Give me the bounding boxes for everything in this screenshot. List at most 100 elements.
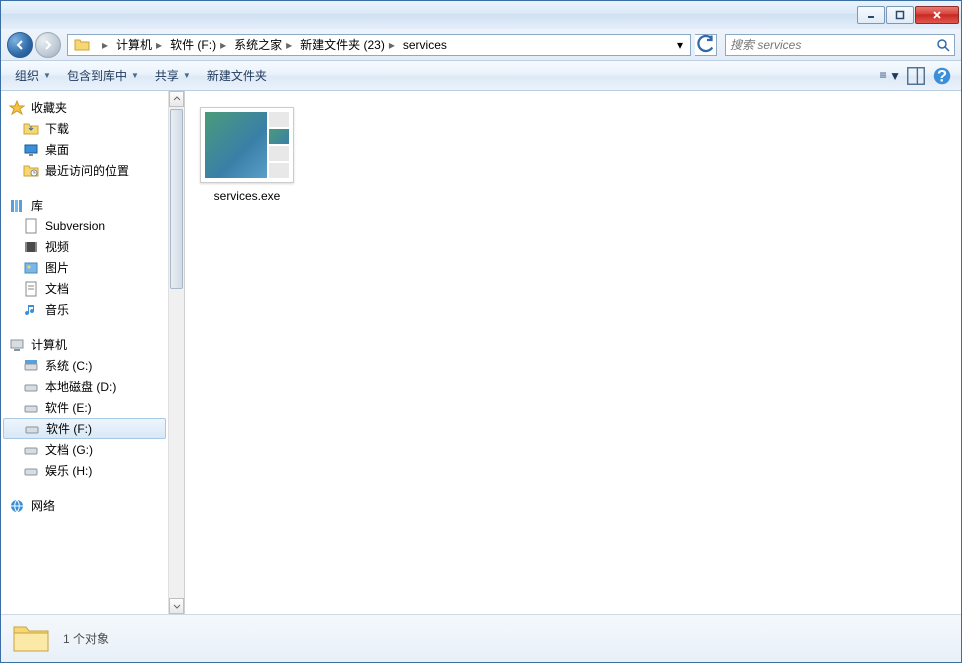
computer-header[interactable]: 计算机 [1,334,168,355]
address-dropdown[interactable]: ▾ [672,38,688,52]
address-bar[interactable]: ▸ 计算机▸ 软件 (F:)▸ 系统之家▸ 新建文件夹 (23)▸ servic… [67,34,691,56]
nav-label: 下载 [45,120,69,137]
sidebar-item-documents[interactable]: 文档 [1,278,168,299]
folder-icon [74,37,90,53]
organize-button[interactable]: 组织▼ [7,63,59,88]
folder-icon [11,621,51,657]
nav-label: 库 [31,197,43,214]
download-icon [23,121,39,137]
favorites-group: 收藏夹 下载 桌面 最近访问的位置 [1,97,168,181]
nav-label: 文档 [45,280,69,297]
sidebar: 收藏夹 下载 桌面 最近访问的位置 库 Subversion 视频 图片 文档 … [1,91,169,614]
nav-label: 本地磁盘 (D:) [45,378,116,395]
sidebar-item-music[interactable]: 音乐 [1,299,168,320]
star-icon [9,100,25,116]
status-bar: 1 个对象 [1,614,961,662]
nav-label: Subversion [45,219,105,233]
sidebar-item-drive-c[interactable]: 系统 (C:) [1,355,168,376]
breadcrumb-label: 系统之家 [234,36,282,53]
nav-label: 桌面 [45,141,69,158]
search-icon [936,38,950,52]
computer-icon [9,337,25,353]
drive-icon [23,463,39,479]
close-button[interactable] [915,6,959,24]
computer-group: 计算机 系统 (C:) 本地磁盘 (D:) 软件 (E:) 软件 (F:) 文档… [1,334,168,481]
sidebar-item-drive-e[interactable]: 软件 (E:) [1,397,168,418]
nav-buttons [7,32,63,58]
doc-icon [23,218,39,234]
sidebar-item-drive-f[interactable]: 软件 (F:) [3,418,166,439]
nav-label: 音乐 [45,301,69,318]
nav-label: 收藏夹 [31,99,67,116]
nav-label: 文档 (G:) [45,441,93,458]
breadcrumb[interactable]: ▸ [94,35,112,55]
libraries-header[interactable]: 库 [1,195,168,216]
status-text: 1 个对象 [63,630,109,647]
sidebar-item-drive-g[interactable]: 文档 (G:) [1,439,168,460]
breadcrumb-label: 软件 (F:) [170,36,216,53]
share-button[interactable]: 共享▼ [147,63,199,88]
file-pane[interactable]: services.exe [185,91,961,614]
doc-icon [23,281,39,297]
sidebar-item-drive-h[interactable]: 娱乐 (H:) [1,460,168,481]
toolbar: 组织▼ 包含到库中▼ 共享▼ 新建文件夹 ▼ ? [1,61,961,91]
sidebar-item-downloads[interactable]: 下载 [1,118,168,139]
sidebar-item-videos[interactable]: 视频 [1,236,168,257]
search-input[interactable] [730,38,936,52]
network-group: 网络 [1,495,168,516]
sidebar-item-recent[interactable]: 最近访问的位置 [1,160,168,181]
include-library-button[interactable]: 包含到库中▼ [59,63,147,88]
file-name: services.exe [214,189,281,203]
explorer-window: ▸ 计算机▸ 软件 (F:)▸ 系统之家▸ 新建文件夹 (23)▸ servic… [0,0,962,663]
minimize-button[interactable] [857,6,885,24]
network-header[interactable]: 网络 [1,495,168,516]
recent-icon [23,163,39,179]
nav-label: 网络 [31,497,55,514]
sidebar-item-subversion[interactable]: Subversion [1,216,168,236]
library-icon [9,198,25,214]
drive-icon [23,358,39,374]
scroll-down-button[interactable] [169,598,184,614]
sidebar-item-pictures[interactable]: 图片 [1,257,168,278]
libraries-group: 库 Subversion 视频 图片 文档 音乐 [1,195,168,320]
desktop-icon [23,142,39,158]
nav-label: 视频 [45,238,69,255]
nav-label: 系统 (C:) [45,357,92,374]
scroll-thumb[interactable] [170,109,183,289]
svg-text:?: ? [937,67,947,85]
drive-icon [23,400,39,416]
sidebar-scrollbar[interactable] [169,91,185,614]
breadcrumb[interactable]: 计算机▸ [112,35,166,55]
back-button[interactable] [7,32,33,58]
forward-button[interactable] [35,32,61,58]
breadcrumb[interactable]: services [399,35,451,55]
sidebar-item-desktop[interactable]: 桌面 [1,139,168,160]
breadcrumb-label: 新建文件夹 (23) [300,36,385,53]
toolbar-label: 新建文件夹 [207,67,267,84]
breadcrumb[interactable]: 新建文件夹 (23)▸ [296,35,399,55]
toolbar-label: 包含到库中 [67,67,127,84]
sidebar-item-drive-d[interactable]: 本地磁盘 (D:) [1,376,168,397]
drive-icon [23,442,39,458]
file-thumbnail [200,107,294,183]
nav-label: 软件 (E:) [45,399,92,416]
file-item[interactable]: services.exe [197,103,297,207]
breadcrumb[interactable]: 系统之家▸ [230,35,296,55]
new-folder-button[interactable]: 新建文件夹 [199,63,275,88]
toolbar-label: 组织 [15,67,39,84]
breadcrumb-label: 计算机 [116,36,152,53]
favorites-header[interactable]: 收藏夹 [1,97,168,118]
scroll-up-button[interactable] [169,91,184,107]
video-icon [23,239,39,255]
body: 收藏夹 下载 桌面 最近访问的位置 库 Subversion 视频 图片 文档 … [1,91,961,614]
drive-icon [24,421,40,437]
preview-pane-button[interactable] [905,65,927,87]
breadcrumb[interactable]: 软件 (F:)▸ [166,35,230,55]
search-box[interactable] [725,34,955,56]
music-icon [23,302,39,318]
titlebar [1,1,961,29]
maximize-button[interactable] [886,6,914,24]
help-button[interactable]: ? [931,65,953,87]
view-button[interactable]: ▼ [879,65,901,87]
refresh-button[interactable] [695,34,717,56]
